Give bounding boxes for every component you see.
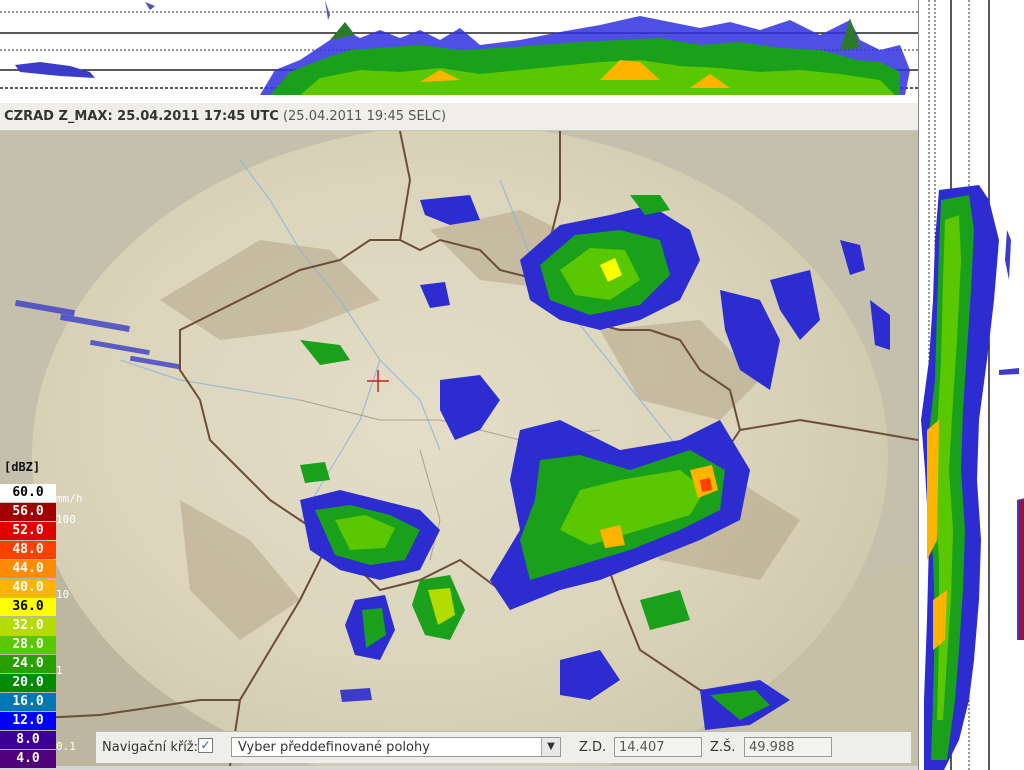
legend-entry: 40.0 [0,579,56,597]
nav-cross-checkbox[interactable]: ✓ [198,738,213,753]
legend-entry: 8.0 [0,731,56,749]
legend-rate-unit: mm/h [56,492,83,505]
legend-entry: 36.0 [0,598,56,616]
legend-entry: 44.0 [0,560,56,578]
legend-entry: 48.0 [0,541,56,559]
longitude-label: Z.D. [579,740,607,755]
legend-entry: 52.0 [0,522,56,540]
legend-entry: 56.0 [0,503,56,521]
legend-rate-1: 1 [56,664,63,677]
legend-entry: 60.0 [0,484,56,502]
nav-cross-label: Navigační kříž: [102,740,199,755]
right-cross-section [918,0,1024,770]
preset-location-select[interactable]: Vyber předdefinované polohy ▼ [231,737,561,757]
top-cross-section [0,0,918,103]
legend-rate-10: 10 [56,588,70,601]
legend-entry: 4.0 [0,750,56,768]
top-echo-profile [15,0,910,95]
right-cross-section-plot [921,0,1024,770]
legend-unit: [dBZ] [4,460,41,474]
control-panel: Navigační kříž: ✓ Vyber předdefinované p… [96,731,911,763]
radar-map-canvas [0,131,918,766]
product-title: CZRAD Z_MAX: 25.04.2011 17:45 UTC [4,109,279,124]
legend-entry: 28.0 [0,636,56,654]
radar-map[interactable] [0,131,918,766]
title-bar: CZRAD Z_MAX: 25.04.2011 17:45 UTC (25.04… [0,103,918,131]
legend-entry: 32.0 [0,617,56,635]
legend-entry: 20.0 [0,674,56,692]
top-cross-section-plot [0,0,918,95]
legend-entry: 16.0 [0,693,56,711]
latitude-label: Z.Š. [710,740,736,755]
color-legend: [dBZ] 60.0 56.0 52.0 48.0 44.0 40.0 36.0 32.0 28… [0,458,98,770]
legend-entry: 24.0 [0,655,56,673]
longitude-field[interactable]: 14.407 [614,737,702,757]
local-time: (25.04.2011 19:45 SELC) [282,109,447,124]
chevron-down-icon[interactable]: ▼ [541,738,560,756]
legend-entry: 12.0 [0,712,56,730]
latitude-field[interactable]: 49.988 [744,737,832,757]
right-echo-profile [921,185,1024,770]
preset-location-select-text: Vyber předdefinované polohy [238,740,430,755]
legend-rate-100: 100 [56,513,76,526]
legend-rate-0-1: 0.1 [56,740,76,753]
